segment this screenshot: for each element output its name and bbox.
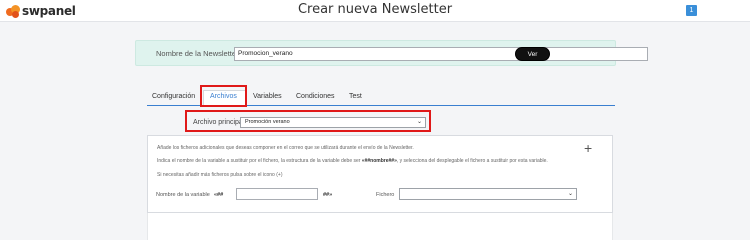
panel-info-line-2-post: , y selecciona del desplegable el ficher… [396, 158, 548, 164]
highlight-archivo-principal [185, 110, 431, 132]
variable-suffix: ##» [323, 192, 333, 198]
panel-info-line-3: Si necesitas añadir más ficheros pulsa s… [157, 172, 283, 178]
chevron-down-icon: ⌄ [567, 191, 573, 197]
top-bar: swpanel Crear nueva Newsletter 1 [0, 0, 750, 22]
tab-configuracion[interactable]: Configuración [152, 93, 195, 100]
content-bottom-area [147, 213, 613, 240]
ver-button[interactable]: Ver [515, 47, 550, 61]
variable-name-label: Nombre de la variable [156, 192, 210, 198]
highlight-archivos-tab [200, 85, 247, 107]
add-file-plus-icon[interactable]: + [584, 141, 592, 155]
tab-test[interactable]: Test [349, 93, 362, 100]
notification-badge[interactable]: 1 [686, 5, 697, 16]
tab-variables[interactable]: Variables [253, 93, 282, 100]
newsletter-name-input[interactable]: Promocion_verano [234, 47, 648, 61]
panel-info-line-2-bold: «##nombre##» [361, 158, 397, 164]
fichero-select[interactable]: ⌄ [399, 188, 577, 200]
variable-prefix: «## [214, 192, 224, 198]
page-title: Crear nueva Newsletter [297, 2, 453, 17]
variable-name-input[interactable] [236, 188, 318, 200]
panel-info-line-2-pre: Indica el nombre de la variable a sustit… [157, 158, 362, 164]
additional-files-panel: + Añade los ficheros adicionales que des… [147, 135, 613, 213]
newsletter-name-section: Nombre de la Newsletter Promocion_verano… [135, 40, 648, 66]
fichero-label: Fichero [376, 192, 395, 198]
tab-condiciones[interactable]: Condiciones [296, 93, 335, 100]
panel-info-line-2: Indica el nombre de la variable a sustit… [157, 158, 548, 164]
newsletter-name-label: Nombre de la Newsletter [156, 49, 239, 58]
panel-info-line-1: Añade los ficheros adicionales que desea… [157, 145, 414, 151]
